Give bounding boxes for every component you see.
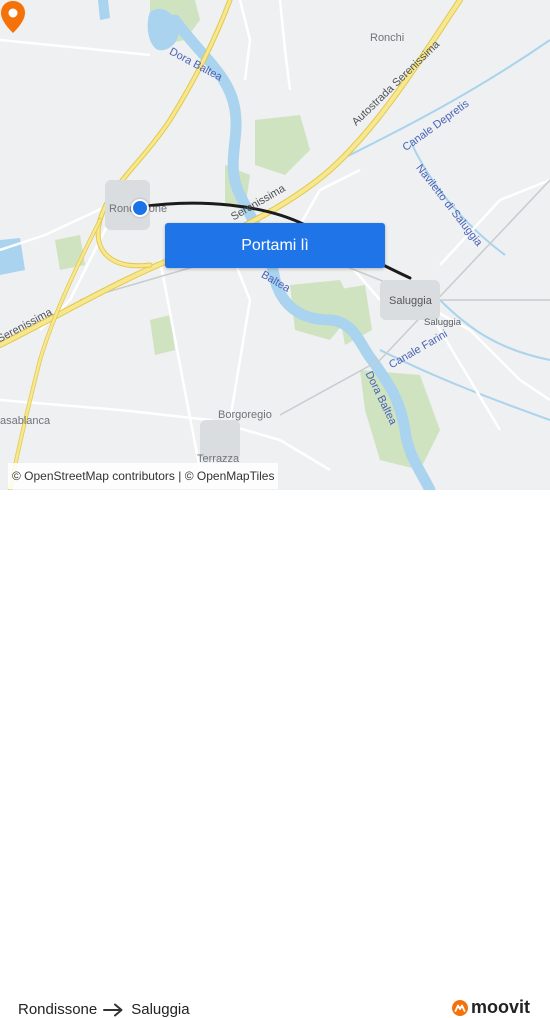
footer-bar: Rondissone Saluggia moovit (0, 490, 550, 1018)
route-destination-label: Saluggia (131, 1001, 190, 1018)
moovit-logo[interactable]: moovit (451, 997, 530, 1018)
route-summary: Rondissone Saluggia (18, 1001, 190, 1018)
route-origin-label: Rondissone (18, 1001, 98, 1018)
place-label-ronchi: Ronchi (370, 32, 405, 44)
place-label-casablanca: asablanca (0, 415, 51, 427)
attribution-separator: | (174, 469, 185, 483)
destination-pin-icon[interactable] (0, 0, 26, 34)
attribution-osm-link[interactable]: © OpenStreetMap contributors (12, 469, 175, 483)
place-label-saluggia-small: Saluggia (424, 317, 461, 328)
arrow-right-icon (103, 1003, 123, 1016)
moovit-logo-text: moovit (470, 997, 530, 1017)
origin-marker-icon[interactable] (131, 199, 149, 217)
map-attribution: © OpenStreetMap contributors | © OpenMap… (8, 463, 279, 489)
place-label-saluggia: Saluggia (389, 295, 432, 307)
attribution-omt-link[interactable]: © OpenMapTiles (185, 469, 275, 483)
moovit-logo-icon (451, 999, 468, 1016)
place-label-borgoregio: Borgoregio (218, 409, 272, 421)
navigate-button[interactable]: Portami lì (165, 223, 385, 268)
map-view[interactable]: Rondissone Ronchi Saluggia Saluggia Borg… (0, 0, 550, 490)
